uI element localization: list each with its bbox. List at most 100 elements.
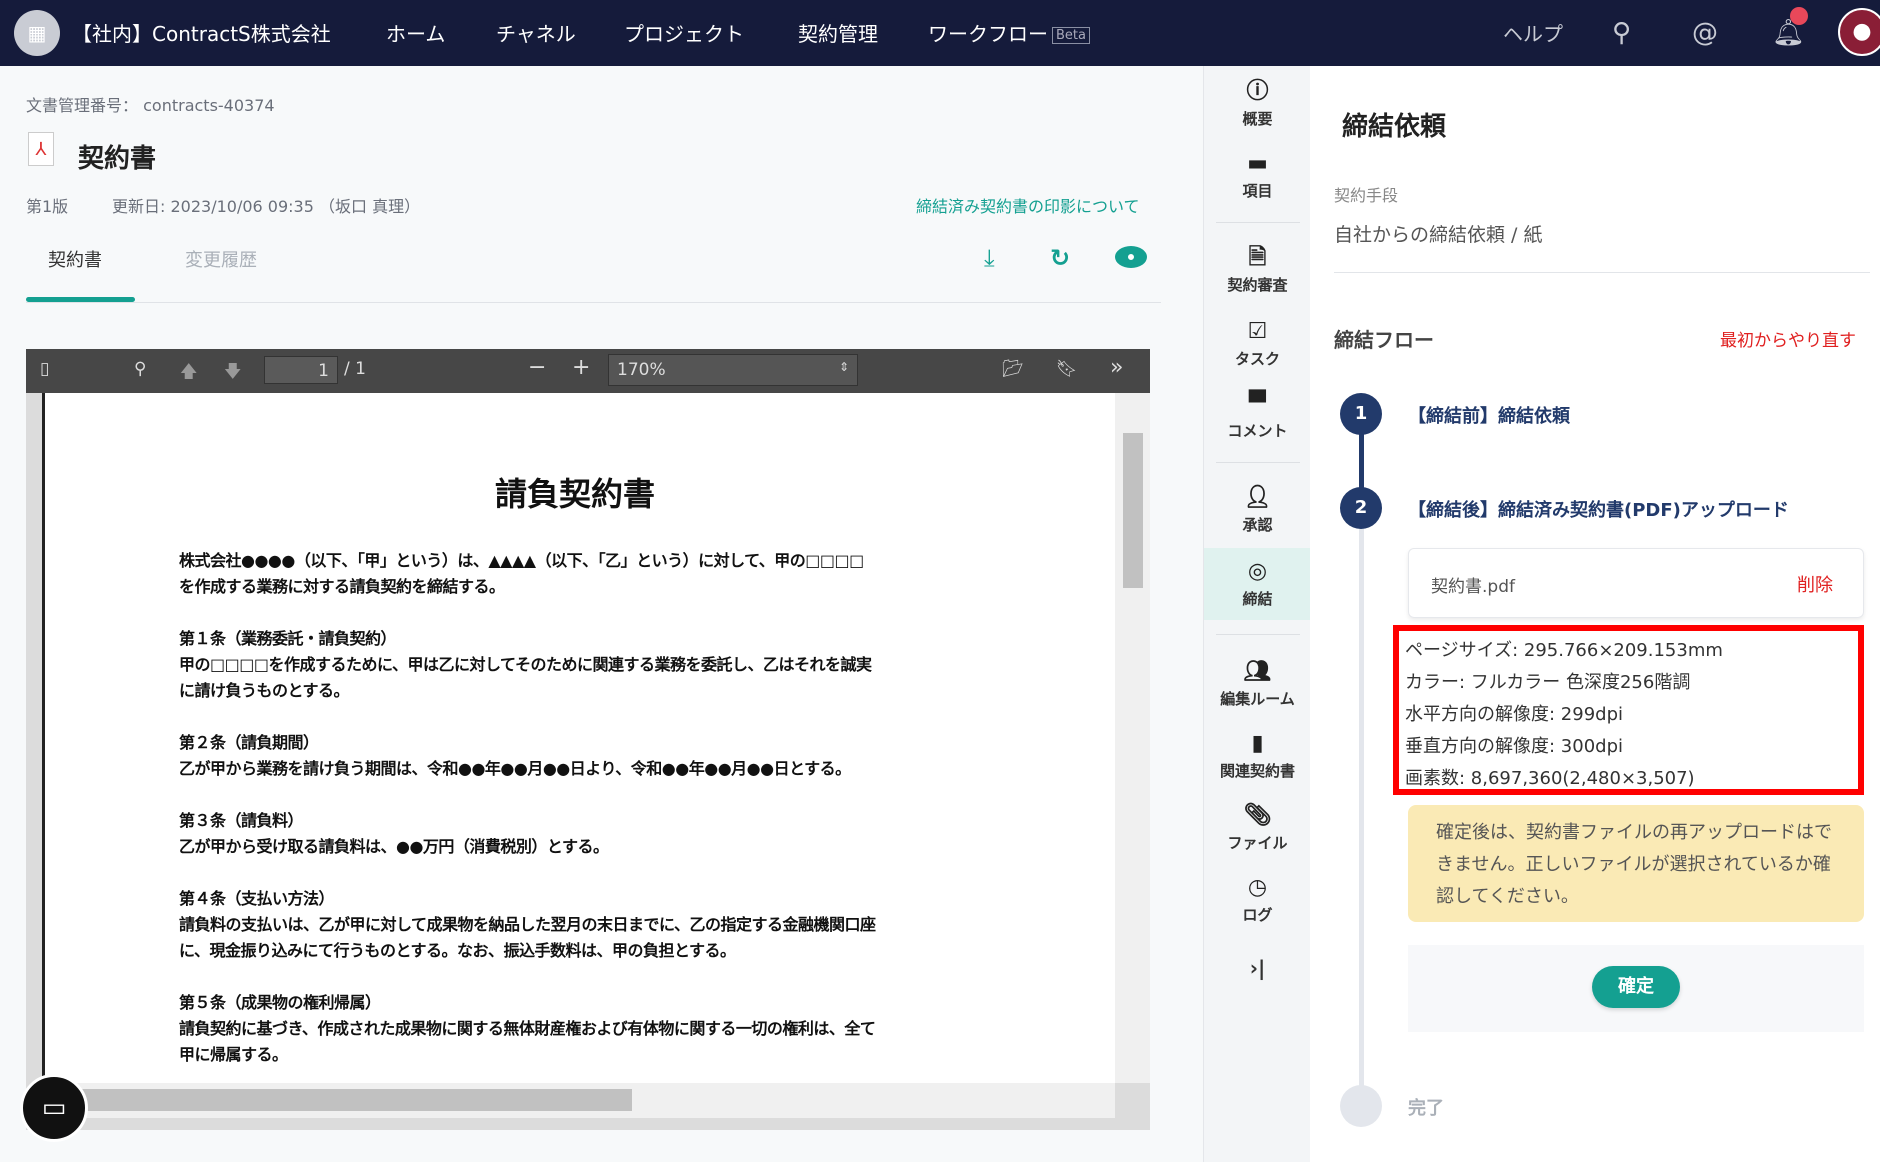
pdf-info-box: ページサイズ: 295.766×209.153mm カラー: フルカラー 色深度…: [1393, 625, 1864, 795]
nav-channel[interactable]: チャネル: [496, 18, 576, 47]
pdf-line: 第３条（請負料）: [179, 811, 304, 830]
sidebar-label: コメント: [1227, 422, 1288, 440]
find-icon[interactable]: ⚲: [134, 359, 146, 379]
active-tab-indicator: [26, 297, 135, 302]
pdf-viewer: ▯ ⚲ 🡅︎ 🡇︎ 1 / 1 − + 170% ⇕ 📂︎ 🔖︎ » 請負契約書 …: [26, 349, 1150, 1130]
pdf-line: 第４条（支払い方法）: [179, 889, 335, 908]
document-title: 契約書: [78, 144, 157, 174]
zoom-in-button[interactable]: +: [572, 355, 590, 380]
sidebar-item-log[interactable]: ◷ ログ: [1204, 876, 1311, 925]
mention-icon[interactable]: @: [1692, 18, 1718, 48]
tab-contract[interactable]: 契約書: [48, 246, 102, 272]
prev-page-icon[interactable]: 🡅︎: [180, 359, 197, 388]
confirm-area: 確定: [1408, 945, 1864, 1032]
tab-divider: [26, 302, 1161, 303]
sidebar-item-approval[interactable]: 👤︎ 承認: [1204, 486, 1311, 535]
sidebar-item-task[interactable]: ☑ タスク: [1204, 320, 1311, 369]
step-1-circle: 1: [1340, 393, 1382, 435]
clock-icon: ◷: [1247, 875, 1268, 900]
horizontal-scrollbar[interactable]: [42, 1083, 1115, 1118]
preview-eye-icon[interactable]: [1115, 246, 1147, 268]
sidebar-item-related[interactable]: ▮ 関連契約書: [1204, 732, 1311, 781]
file-name[interactable]: 契約書.pdf: [1431, 572, 1515, 597]
sidebar-item-files[interactable]: 📎︎ ファイル: [1204, 804, 1311, 853]
pdf-toolbar: ▯ ⚲ 🡅︎ 🡇︎ 1 / 1 − + 170% ⇕ 📂︎ 🔖︎ »: [26, 349, 1150, 393]
sidebar-label: 契約審査: [1227, 276, 1288, 294]
sidebar-label: 編集ルーム: [1220, 690, 1295, 708]
confirm-button[interactable]: 確定: [1592, 966, 1680, 1008]
sidebar-label: 関連契約書: [1219, 762, 1295, 780]
search-icon[interactable]: ⚲: [1612, 18, 1631, 48]
nav-contract-management[interactable]: 契約管理: [798, 18, 878, 47]
step-2-label: 【締結後】締結済み契約書(PDF)アップロード: [1408, 500, 1789, 521]
seal-info-link[interactable]: 締結済み契約書の印影について: [916, 193, 1140, 217]
restart-link[interactable]: 最初からやり直す: [1720, 326, 1856, 351]
sidebar-item-comment[interactable]: ▀ コメント: [1204, 392, 1311, 441]
chat-launcher-icon[interactable]: ▭: [20, 1074, 88, 1142]
open-file-icon[interactable]: 📂︎: [1002, 359, 1024, 379]
pdf-line: 株式会社●●●●（以下、「甲」という）は、▲▲▲▲（以下、「乙」という）に対して…: [179, 551, 864, 570]
org-name[interactable]: 【社内】ContractS株式会社: [72, 18, 331, 47]
page-total: / 1: [344, 359, 366, 379]
file-icon: ▮: [1251, 731, 1264, 756]
paperclip-icon: 📎︎: [1243, 803, 1272, 828]
top-nav-bar: ▦ 【社内】ContractS株式会社 ホーム チャネル プロジェクト 契約管理…: [0, 0, 1880, 66]
zoom-select[interactable]: 170% ⇕: [608, 354, 858, 386]
flow-title: 締結フロー: [1334, 328, 1434, 352]
h-scroll-thumb[interactable]: [82, 1089, 632, 1111]
step-1-label: 【締結前】締結依頼: [1408, 406, 1570, 427]
document-check-icon: 🗎: [1248, 245, 1267, 270]
pdf-line: 第２条（請負期間）: [179, 733, 319, 752]
pdf-line: 乙が甲から業務を請け負う期間は、令和●●年●●月●●日より、令和●●年●●月●●…: [179, 759, 851, 778]
page-number-input[interactable]: 1: [264, 356, 338, 384]
sidebar-item-edit-room[interactable]: 👥︎ 編集ルーム: [1204, 660, 1311, 709]
pdf-line: 甲に帰属する。: [179, 1045, 288, 1064]
zoom-out-button[interactable]: −: [528, 355, 546, 380]
pdf-file-icon: ⅄: [28, 132, 54, 166]
sidebar-item-fields[interactable]: ▬ 項目: [1204, 152, 1311, 201]
pdf-line: 第５条（成果物の権利帰属）: [179, 993, 381, 1012]
flow-line-pending: [1359, 528, 1364, 1108]
org-logo-icon[interactable]: ▦: [14, 10, 60, 56]
nav-project[interactable]: プロジェクト: [624, 18, 744, 47]
pdf-line: に、現金振り込みにて行うものとする。なお、振込手数料は、甲の負担とする。: [179, 941, 736, 960]
sidebar-label: タスク: [1234, 350, 1280, 368]
step-2-circle: 2: [1340, 487, 1382, 529]
sidebar-item-review[interactable]: 🗎 契約審査: [1204, 246, 1311, 295]
pdf-line: に請け負うものとする。: [179, 681, 350, 700]
conclusion-panel: 締結依頼 契約手段 自社からの締結依頼 / 紙 締結フロー 最初からやり直す 1…: [1310, 66, 1880, 1162]
nav-home[interactable]: ホーム: [386, 18, 445, 47]
document-number: 文書管理番号： contracts-40374: [26, 92, 275, 116]
scroll-thumb[interactable]: [1123, 433, 1143, 588]
vertical-scrollbar[interactable]: [1115, 393, 1150, 1083]
user-check-icon: 👤︎: [1243, 485, 1272, 510]
uploaded-file-card: 契約書.pdf 削除: [1408, 548, 1864, 618]
version: 第1版: [26, 197, 69, 216]
collapse-panel-icon[interactable]: ›|: [1204, 956, 1311, 980]
bookmark-icon[interactable]: 🔖︎: [1056, 359, 1078, 379]
refresh-icon[interactable]: ↻: [1050, 244, 1070, 272]
comment-icon: ▀: [1249, 391, 1266, 416]
side-toolbar: ⓘ 概要 ▬ 項目 🗎 契約審査 ☑ タスク ▀ コメント 👤︎ 承認 ◎ 締結 👥︎ 編集ルー…: [1203, 66, 1311, 1162]
nav-workflow[interactable]: ワークフロー Beta: [928, 18, 1090, 47]
sidebar-item-conclusion[interactable]: ◎ 締結: [1204, 548, 1311, 620]
divider: [1334, 272, 1870, 273]
tab-history[interactable]: 変更履歴: [185, 246, 257, 272]
sidebar-toggle-icon[interactable]: ▯: [40, 359, 49, 379]
document-number-label: 文書管理番号：: [26, 96, 139, 115]
user-avatar[interactable]: ●: [1838, 8, 1880, 56]
more-tools-icon[interactable]: »: [1110, 355, 1123, 380]
help-link[interactable]: ヘルプ: [1503, 18, 1563, 47]
step-done-label: 完了: [1408, 1098, 1444, 1119]
delete-file-button[interactable]: 削除: [1797, 571, 1833, 597]
beta-badge: Beta: [1052, 27, 1090, 44]
sidebar-item-overview[interactable]: ⓘ 概要: [1204, 80, 1311, 129]
pdf-line: を作成する業務に対する請負契約を締結する。: [179, 577, 505, 596]
download-icon[interactable]: ⤓: [984, 244, 995, 272]
nav-workflow-label: ワークフロー: [928, 22, 1048, 46]
info-page-size: ページサイズ: 295.766×209.153mm: [1405, 640, 1723, 661]
next-page-icon[interactable]: 🡇︎: [224, 359, 241, 388]
document-number-value: contracts-40374: [143, 96, 275, 115]
sidebar-label: ファイル: [1227, 834, 1288, 852]
pdf-line: 甲の□□□□を作成するために、甲は乙に対してそのために関連する業務を委託し、乙は…: [179, 655, 872, 674]
